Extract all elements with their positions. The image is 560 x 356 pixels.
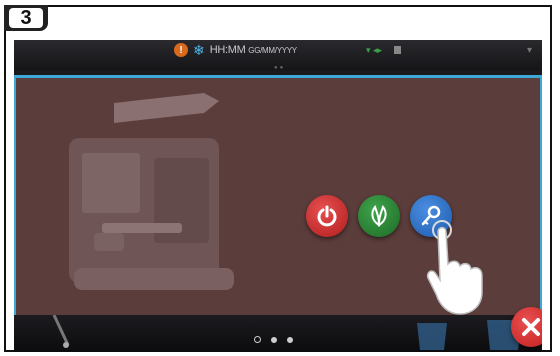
- cup-illustration-left: [52, 315, 70, 348]
- power-button[interactable]: [306, 195, 348, 237]
- bottom-bar: [14, 315, 542, 352]
- pointing-hand-icon: [426, 220, 483, 315]
- page-dot[interactable]: [271, 336, 277, 343]
- warning-icon[interactable]: !: [174, 43, 188, 57]
- machine-display: ! ❄ HH:MM GG/MM/YYYY ▾ ◂▸ ▾ ●●: [14, 40, 542, 352]
- time-text: HH:MM: [209, 44, 246, 56]
- menu-icon[interactable]: ▾: [527, 45, 532, 56]
- clock-readout: HH:MM GG/MM/YYYY: [210, 44, 297, 56]
- snowflake-icon: ❄: [193, 42, 205, 58]
- power-icon: [317, 205, 337, 227]
- close-icon: [522, 318, 540, 336]
- page-dot[interactable]: [287, 336, 293, 343]
- coffee-machine-illustration: [69, 93, 234, 290]
- page-indicator: [254, 336, 293, 343]
- step-badge: 3: [4, 5, 48, 31]
- wifi-icon: ▾ ◂▸: [366, 45, 383, 55]
- date-text: GG/MM/YYYY: [248, 46, 297, 55]
- step-number: 3: [9, 7, 43, 29]
- leaf-icon: [371, 204, 387, 227]
- eco-button[interactable]: [358, 195, 400, 237]
- top-indicator: ●●: [274, 65, 286, 71]
- cup-icon: [394, 46, 401, 54]
- page-dot[interactable]: [254, 336, 261, 343]
